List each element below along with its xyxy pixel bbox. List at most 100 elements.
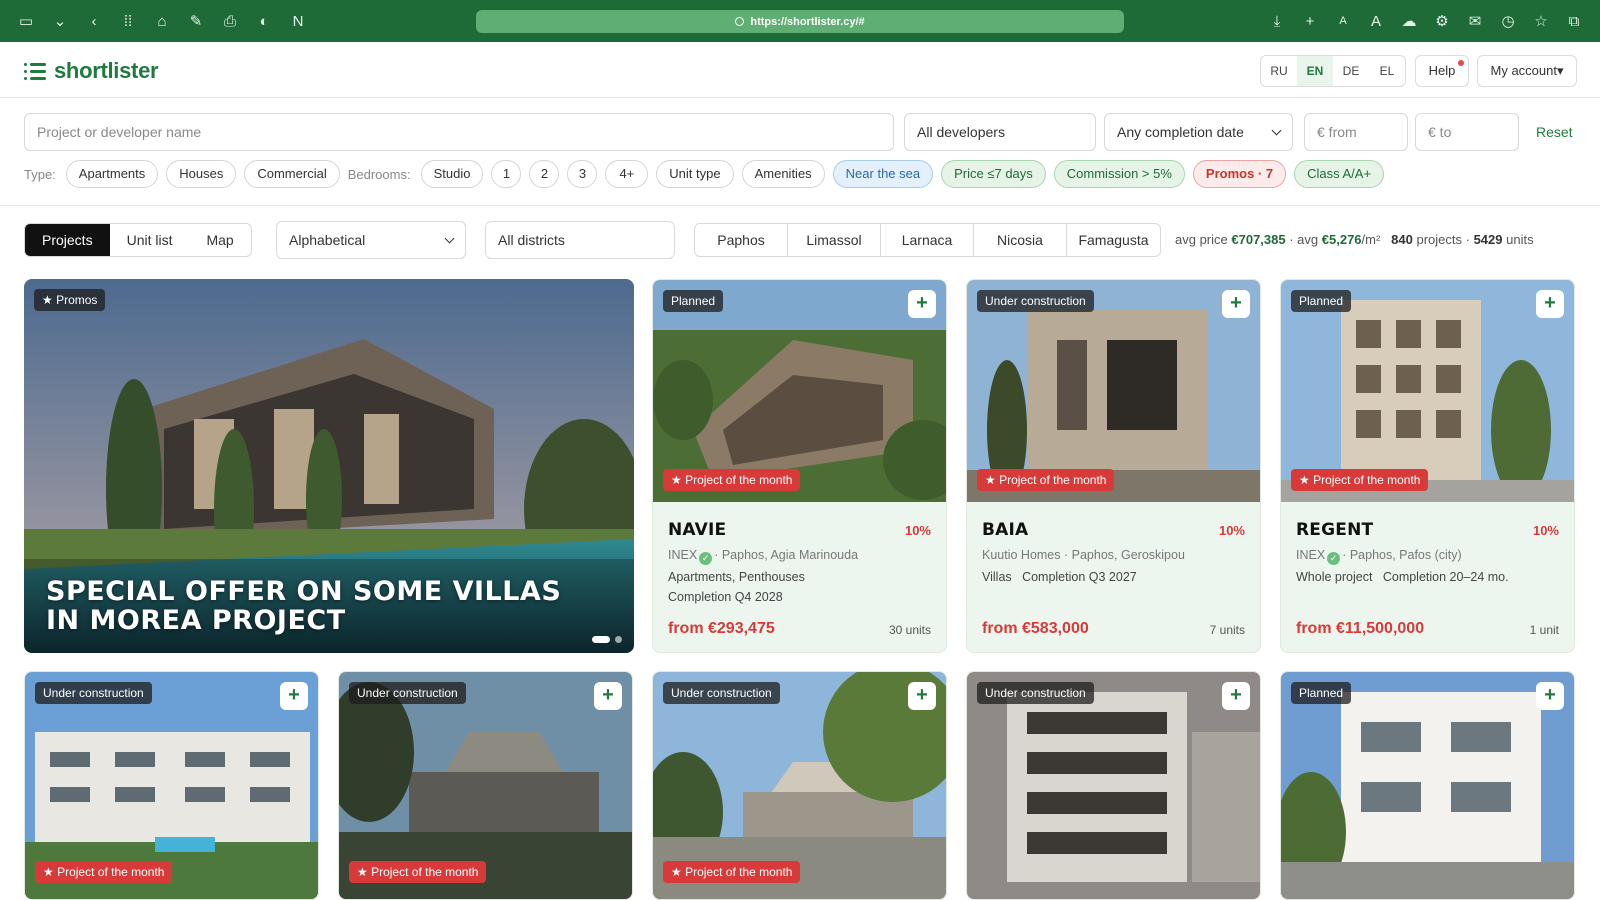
add-to-shortlist-button[interactable]: + [1222,682,1250,710]
completion-select[interactable]: Any completion date [1104,113,1293,151]
promo-card[interactable]: ★ Promos SPECIAL OFFER ON SOME VILLAS IN… [24,279,634,653]
district-nicosia[interactable]: Nicosia [974,224,1067,256]
project-card[interactable]: Under construction + ★ Project of the mo… [652,671,947,900]
chevron-down-icon[interactable]: ⌄ [50,11,70,31]
text-larger-icon[interactable]: A [1366,11,1386,31]
download-icon[interactable]: ⤓ [1267,11,1287,31]
tabs-icon[interactable]: ⧉ [1564,11,1584,31]
tab-projects[interactable]: Projects [25,224,110,256]
home-icon[interactable]: ⌂ [152,11,172,31]
status-badge: Under construction [663,682,780,704]
units-count: 1 unit [1529,623,1559,637]
lang-ru[interactable]: RU [1261,56,1297,86]
project-image [967,672,1260,899]
project-card[interactable]: Planned + [1280,671,1575,900]
price: from €11,500,000 [1296,620,1425,637]
text-smaller-icon[interactable]: A [1333,11,1353,31]
add-to-shortlist-button[interactable]: + [1536,682,1564,710]
chip-houses[interactable]: Houses [166,160,237,188]
add-to-shortlist-button[interactable]: + [594,682,622,710]
add-to-shortlist-button[interactable]: + [1222,290,1250,318]
chip-near-sea[interactable]: Near the sea [832,160,934,188]
projects-label: projects [1416,232,1463,247]
lang-de[interactable]: DE [1333,56,1369,86]
tab-unit-list[interactable]: Unit list [110,224,190,256]
my-account-button[interactable]: My account▾ [1477,55,1577,87]
cloud-icon[interactable]: ☁ [1399,11,1419,31]
carousel-dots[interactable] [592,636,622,643]
help-button[interactable]: Help [1415,55,1469,87]
history-icon[interactable]: ◷ [1498,11,1518,31]
chip-apartments[interactable]: Apartments [65,160,159,188]
grid-icon[interactable]: ⁞⁞ [118,11,138,31]
project-card-baia[interactable]: Under construction + ★ Project of the mo… [966,279,1261,653]
project-card-regent[interactable]: Planned + ★ Project of the month REGENT … [1280,279,1575,653]
developers-select[interactable]: All developers [904,113,1096,151]
chip-studio[interactable]: Studio [420,160,484,188]
chip-bed-1[interactable]: 1 [491,160,522,188]
add-to-shortlist-button[interactable]: + [280,682,308,710]
avg-price: €707,385 [1231,232,1286,247]
lang-en[interactable]: EN [1297,56,1333,86]
address-bar[interactable]: https://shortlister.cy/# [476,10,1124,33]
units-count: 7 units [1209,623,1245,637]
projects-count: 840 [1391,232,1413,247]
chip-class[interactable]: Class A/A+ [1294,160,1385,188]
search-input[interactable]: Project or developer name [24,113,894,151]
add-to-shortlist-button[interactable]: + [908,290,936,318]
completion-value: Any completion date [1117,124,1244,140]
chip-unit-type[interactable]: Unit type [656,160,734,188]
shield-icon[interactable]: ◐ [254,11,274,31]
project-card[interactable]: Under construction + ★ Project of the mo… [24,671,319,900]
commission-percent: 10% [1218,523,1245,538]
edit-icon[interactable]: ✎ [186,11,206,31]
unit-types-completion: Villas Completion Q3 2027 [982,570,1137,584]
star-icon[interactable]: ☆ [1531,11,1551,31]
price-to-input[interactable]: € to [1415,113,1519,151]
price-from-input[interactable]: € from [1304,113,1408,151]
chip-commercial[interactable]: Commercial [244,160,340,188]
chip-bed-4plus[interactable]: 4+ [605,160,649,188]
chip-bed-3[interactable]: 3 [567,160,598,188]
project-name: BAIA [982,520,1029,540]
browser-left-controls: ▭ ⌄ ‹ ⁞⁞ ⌂ ✎ ⎙ ◐ N [16,11,308,31]
print-icon[interactable]: ⎙ [220,11,240,31]
mail-icon[interactable]: ✉ [1465,11,1485,31]
sidebar-toggle-icon[interactable]: ▭ [16,11,36,31]
chip-commission[interactable]: Commission > 5% [1053,160,1185,188]
status-badge: Under construction [977,682,1094,704]
district-select[interactable]: All districts [485,221,675,259]
logo[interactable]: shortlister [24,58,159,84]
new-tab-icon[interactable]: + [1300,11,1320,31]
project-card-navie[interactable]: Planned + ★ Project of the month NAVIE 1… [652,279,947,653]
chip-promos[interactable]: Promos · 7 [1192,160,1287,188]
district-famagusta[interactable]: Famagusta [1067,224,1160,256]
price: from €293,475 [668,620,775,637]
project-card[interactable]: Under construction + [966,671,1261,900]
developer-name: INEX [668,548,698,562]
chip-price-days[interactable]: Price ≤7 days [941,160,1046,188]
language-switcher: RU EN DE EL [1260,55,1406,87]
district-paphos[interactable]: Paphos [695,224,788,256]
project-of-month-badge: ★ Project of the month [663,469,801,491]
project-of-month-badge: ★ Project of the month [1291,469,1429,491]
browser-right-controls: ⤓ + A A ☁ ⚙ ✉ ◷ ☆ ⧉ [1267,11,1584,31]
district-larnaca[interactable]: Larnaca [881,224,974,256]
add-to-shortlist-button[interactable]: + [1536,290,1564,318]
lang-el[interactable]: EL [1369,56,1405,86]
project-card[interactable]: Under construction + ★ Project of the mo… [338,671,633,900]
back-icon[interactable]: ‹ [84,11,104,31]
chip-bed-2[interactable]: 2 [529,160,560,188]
district-limassol[interactable]: Limassol [788,224,881,256]
chip-amenities[interactable]: Amenities [741,160,825,188]
avg-sqm: €5,276 [1321,232,1362,247]
project-of-month-badge: ★ Project of the month [349,861,487,883]
gear-icon[interactable]: ⚙ [1432,11,1452,31]
tab-map[interactable]: Map [189,224,250,256]
reset-button[interactable]: Reset [1536,124,1573,140]
sort-select[interactable]: Alphabetical [276,221,466,259]
view-tabs: Projects Unit list Map [24,223,252,257]
notion-icon[interactable]: N [288,11,308,31]
project-of-month-badge: ★ Project of the month [35,861,173,883]
add-to-shortlist-button[interactable]: + [908,682,936,710]
